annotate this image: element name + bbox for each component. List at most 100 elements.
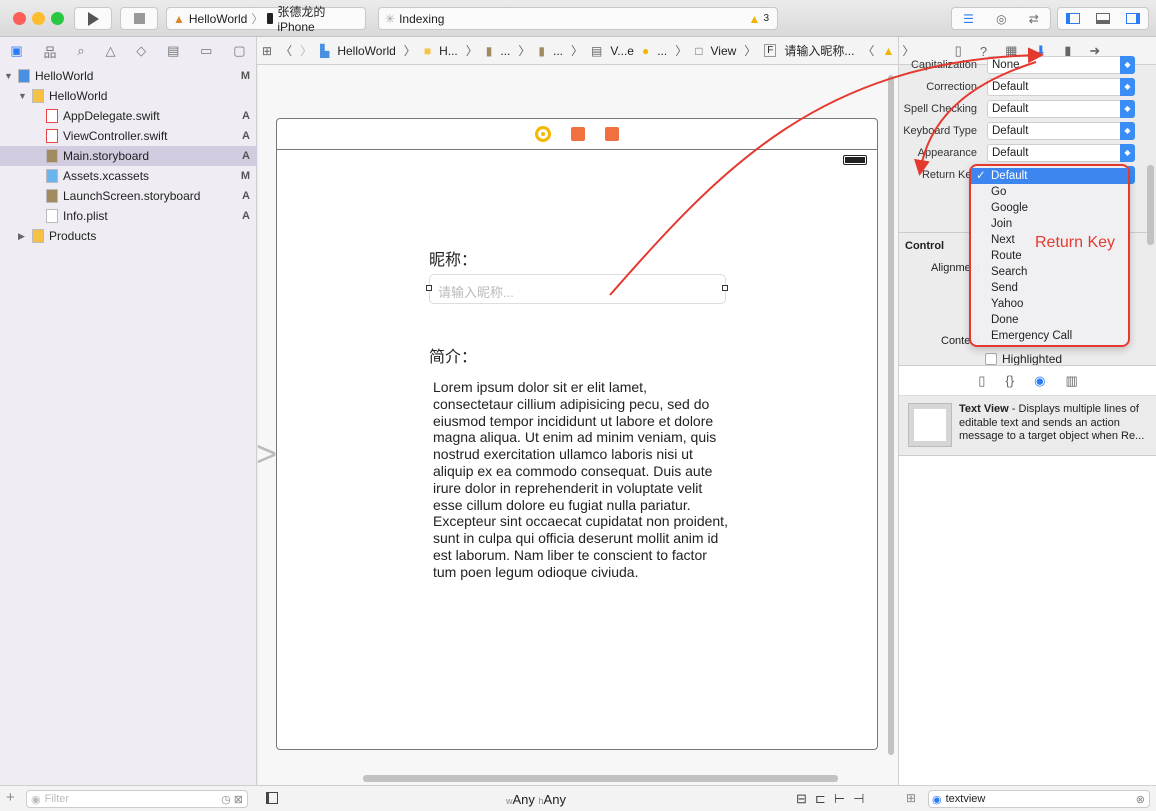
back-button[interactable]: 〈 xyxy=(280,42,292,59)
test-navigator-icon[interactable]: ◇ xyxy=(136,43,146,59)
project-navigator-icon[interactable]: ▣ xyxy=(10,43,22,59)
navigator-item[interactable]: Info.plist A xyxy=(0,206,257,226)
source-control-status: A xyxy=(242,130,250,142)
inspector-scrollbar[interactable] xyxy=(1147,165,1154,245)
view-controller-icon[interactable] xyxy=(535,126,551,142)
exit-icon[interactable] xyxy=(605,127,619,141)
return-key-dropdown-menu[interactable]: ✓ Default Go Google Join Next Route Search Send Y… xyxy=(969,164,1130,347)
menu-item[interactable]: Emergency Call xyxy=(971,328,1128,344)
view-toggle-control[interactable] xyxy=(1057,7,1149,30)
issue-navigator-icon[interactable]: △ xyxy=(105,43,115,59)
menu-item[interactable]: Yahoo xyxy=(971,296,1128,312)
forward-button[interactable]: 〉 xyxy=(300,42,312,59)
jump-item[interactable]: V...e xyxy=(610,44,634,58)
embed-in-stack-icon[interactable]: ⊟ xyxy=(796,791,807,807)
jump-item[interactable]: ... xyxy=(553,44,563,58)
assets-folder-icon xyxy=(46,169,58,183)
menu-item[interactable]: Join xyxy=(971,216,1128,232)
object-library-icon[interactable]: ◉ xyxy=(1034,373,1045,389)
code-snippet-library-icon[interactable]: {} xyxy=(1005,373,1014,388)
highlighted-checkbox[interactable]: Highlighted xyxy=(985,352,1062,366)
previous-issue-button[interactable]: 〈 xyxy=(862,42,874,59)
version-editor-icon[interactable]: ⇄ xyxy=(1029,12,1039,26)
navigator-item[interactable]: ▼ HelloWorld M xyxy=(0,66,257,86)
standard-editor-icon[interactable]: ☰ xyxy=(963,12,974,26)
disclosure-triangle-icon[interactable]: ▼ xyxy=(18,91,27,101)
file-template-library-icon[interactable]: ▯ xyxy=(978,373,985,389)
resolve-layout-icon[interactable]: ⊣ xyxy=(853,791,864,807)
document-outline-toggle-icon[interactable] xyxy=(266,792,278,804)
library-search-input[interactable]: ◉ textview ⊗ xyxy=(928,790,1150,808)
stop-button[interactable] xyxy=(120,7,158,30)
resize-handle[interactable] xyxy=(426,285,432,291)
navigator-item[interactable]: ▼ HelloWorld xyxy=(0,86,257,106)
intro-textview[interactable]: Lorem ipsum dolor sit er elit lamet, con… xyxy=(433,379,729,581)
resize-handle[interactable] xyxy=(722,285,728,291)
menu-item[interactable]: ✓ Default xyxy=(971,168,1128,184)
property-popup-button[interactable]: Default◆ xyxy=(987,144,1135,162)
property-popup-button[interactable]: Default◆ xyxy=(987,100,1135,118)
navigator-item[interactable]: LaunchScreen.storyboard A xyxy=(0,186,257,206)
jump-item[interactable]: H... xyxy=(439,44,458,58)
breakpoint-navigator-icon[interactable]: ▭ xyxy=(200,43,212,59)
nickname-textfield[interactable]: 请输入昵称... xyxy=(429,274,726,304)
grid-view-icon[interactable]: ⊞ xyxy=(906,791,916,805)
nickname-label[interactable]: 昵称： xyxy=(429,246,477,270)
assistant-editor-icon[interactable]: ◎ xyxy=(996,12,1006,26)
find-navigator-icon[interactable]: ⌕ xyxy=(77,43,84,59)
symbol-navigator-icon[interactable]: 品 xyxy=(44,42,57,61)
jump-item[interactable]: ... xyxy=(657,44,667,58)
warnings-badge[interactable]: ▲ 3 xyxy=(749,12,769,26)
navigator-item[interactable]: Main.storyboard A xyxy=(0,146,257,166)
property-popup-button[interactable]: Default◆ xyxy=(987,122,1135,140)
jump-item[interactable]: View xyxy=(710,44,736,58)
menu-item[interactable]: Google xyxy=(971,200,1128,216)
pin-icon[interactable]: ⊢ xyxy=(834,791,845,807)
size-class-control[interactable]: wAny hAny xyxy=(506,792,566,807)
scheme-selector[interactable]: ▲ HelloWorld 〉 张德龙的 iPhone xyxy=(166,5,366,34)
jump-item[interactable]: ... xyxy=(500,44,510,58)
media-library-icon[interactable]: ▥ xyxy=(1065,373,1077,389)
navigator-item[interactable]: ▶ Products xyxy=(0,226,257,246)
clear-search-icon[interactable]: ⊗ xyxy=(1136,793,1149,806)
minimize-window-button[interactable] xyxy=(32,12,45,25)
utilities-toggle-icon[interactable] xyxy=(1126,13,1140,24)
run-button[interactable] xyxy=(74,7,112,30)
report-navigator-icon[interactable]: ▢ xyxy=(233,43,245,59)
navigator-toggle-icon[interactable] xyxy=(1066,13,1080,24)
add-button[interactable]: + xyxy=(6,789,15,806)
window-toolbar: ▲ HelloWorld 〉 张德龙的 iPhone ✳ Indexing ▲ 3 … xyxy=(0,0,1156,37)
filter-icon: ◉ xyxy=(31,793,41,806)
disclosure-triangle-icon[interactable]: ▼ xyxy=(4,71,13,81)
jump-item[interactable]: 请输入昵称... xyxy=(784,42,854,59)
view-controller-scene[interactable]: 昵称： 请输入昵称... 简介： Lorem ipsum dolor sit e… xyxy=(276,118,878,750)
menu-item[interactable]: Send xyxy=(971,280,1128,296)
zoom-window-button[interactable] xyxy=(51,12,64,25)
library-item-text-view[interactable]: Text View - Displays multiple lines of e… xyxy=(899,396,1156,456)
editor-mode-control[interactable]: ☰ ◎ ⇄ xyxy=(951,7,1051,30)
navigator-item[interactable]: Assets.xcassets M xyxy=(0,166,257,186)
folder-icon xyxy=(32,229,44,243)
warning-icon: ▲ xyxy=(882,43,895,58)
vertical-scrollbar[interactable] xyxy=(888,75,894,755)
menu-item[interactable]: Go xyxy=(971,184,1128,200)
horizontal-scrollbar[interactable] xyxy=(363,775,838,782)
jump-item[interactable]: HelloWorld xyxy=(337,44,395,58)
first-responder-icon[interactable] xyxy=(571,127,585,141)
related-items-icon[interactable]: ⊞ xyxy=(262,44,272,58)
debug-area-toggle-icon[interactable] xyxy=(1096,13,1110,24)
disclosure-triangle-icon[interactable]: ▶ xyxy=(18,231,25,242)
debug-navigator-icon[interactable]: ▤ xyxy=(167,43,179,59)
align-icon[interactable]: ⊏ xyxy=(815,791,826,807)
recent-files-icon[interactable]: ◷ ⊠ xyxy=(221,793,247,806)
property-popup-button[interactable]: None ◆ xyxy=(987,56,1135,74)
navigator-filter-input[interactable]: ◉ Filter ◷ ⊠ xyxy=(26,790,248,808)
close-window-button[interactable] xyxy=(13,12,26,25)
menu-item[interactable]: Done xyxy=(971,312,1128,328)
intro-label[interactable]: 简介： xyxy=(429,343,477,367)
property-popup-button[interactable]: Default◆ xyxy=(987,78,1135,96)
navigator-item[interactable]: ViewController.swift A xyxy=(0,126,257,146)
menu-item[interactable]: Search xyxy=(971,264,1128,280)
navigator-item[interactable]: AppDelegate.swift A xyxy=(0,106,257,126)
project-icon: ▙ xyxy=(320,43,330,58)
